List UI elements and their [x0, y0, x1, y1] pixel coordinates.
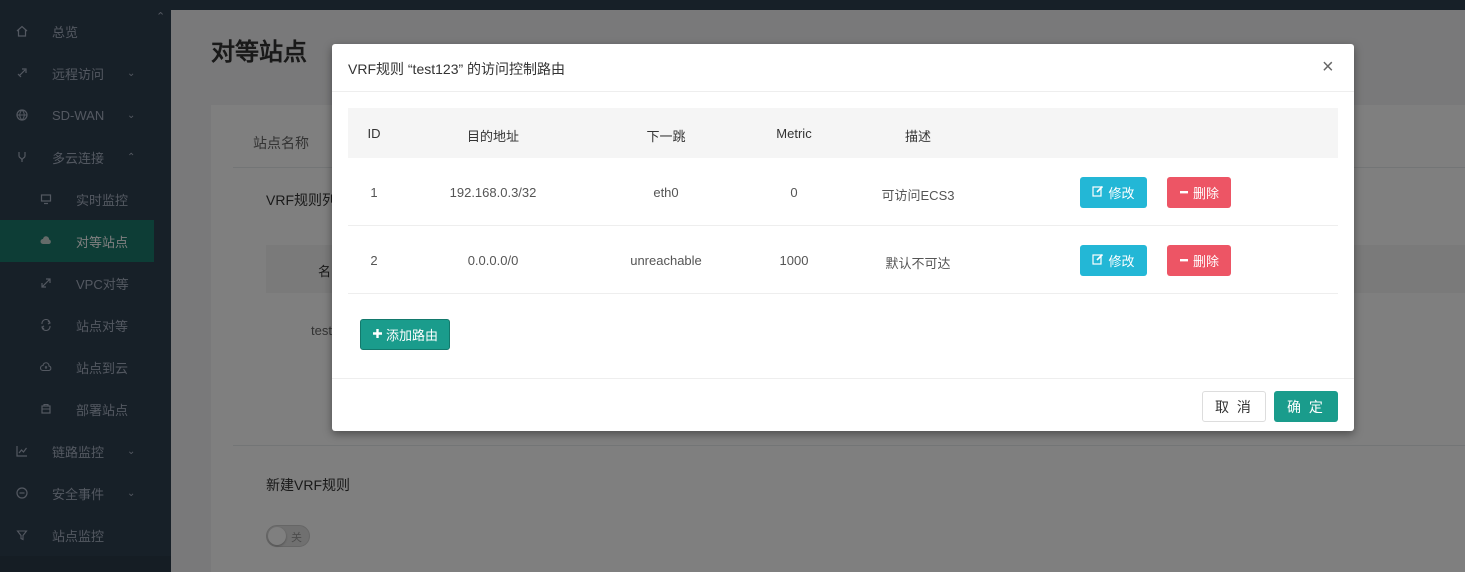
column-header-metric: Metric	[776, 126, 812, 141]
table-row: 1 192.168.0.3/32 eth0 0 可访问ECS3 修改 删除	[348, 158, 1338, 226]
add-route-label: 添加路由	[385, 328, 438, 343]
plus-icon	[372, 326, 383, 343]
route-table-header: ID 目的地址 下一跳 Metric 描述	[348, 108, 1338, 158]
edit-button-label: 修改	[1108, 186, 1135, 201]
delete-button-label: 删除	[1192, 254, 1219, 269]
cell-next-hop: unreachable	[630, 253, 702, 268]
table-row: 2 0.0.0.0/0 unreachable 1000 默认不可达 修改 删除	[348, 226, 1338, 294]
column-header-next-hop: 下一跳	[646, 129, 686, 144]
cell-destination: 192.168.0.3/32	[449, 185, 537, 200]
cancel-button[interactable]: 取 消	[1202, 391, 1266, 422]
column-header-id: ID	[367, 126, 381, 141]
edit-button[interactable]: 修改	[1080, 245, 1147, 276]
cell-next-hop: eth0	[653, 185, 679, 200]
delete-button[interactable]: 删除	[1167, 177, 1231, 208]
edit-button[interactable]: 修改	[1080, 177, 1147, 208]
edit-button-label: 修改	[1108, 254, 1135, 269]
minus-icon	[1179, 186, 1189, 200]
cell-id: 1	[370, 185, 378, 200]
edit-icon	[1092, 253, 1104, 268]
minus-icon	[1179, 254, 1189, 268]
modal-footer: 取 消 确 定	[332, 378, 1354, 431]
cell-destination: 0.0.0.0/0	[467, 253, 519, 268]
cell-metric: 1000	[779, 253, 809, 268]
cell-description: 默认不可达	[885, 256, 951, 271]
close-icon[interactable]: ×	[1322, 56, 1334, 78]
confirm-button[interactable]: 确 定	[1274, 391, 1338, 422]
modal-header: VRF规则 “test123” 的访问控制路由 ×	[332, 44, 1354, 92]
delete-button-label: 删除	[1192, 186, 1219, 201]
delete-button[interactable]: 删除	[1167, 245, 1231, 276]
cell-metric: 0	[790, 185, 798, 200]
edit-icon	[1092, 185, 1104, 200]
column-header-destination: 目的地址	[466, 129, 520, 144]
modal-title: VRF规则 “test123” 的访问控制路由	[348, 61, 566, 77]
cell-id: 2	[370, 253, 378, 268]
cell-description: 可访问ECS3	[881, 188, 955, 203]
column-header-description: 描述	[904, 129, 932, 144]
add-route-button[interactable]: 添加路由	[360, 319, 450, 350]
route-modal: VRF规则 “test123” 的访问控制路由 × ID 目的地址 下一跳 Me…	[332, 44, 1354, 431]
